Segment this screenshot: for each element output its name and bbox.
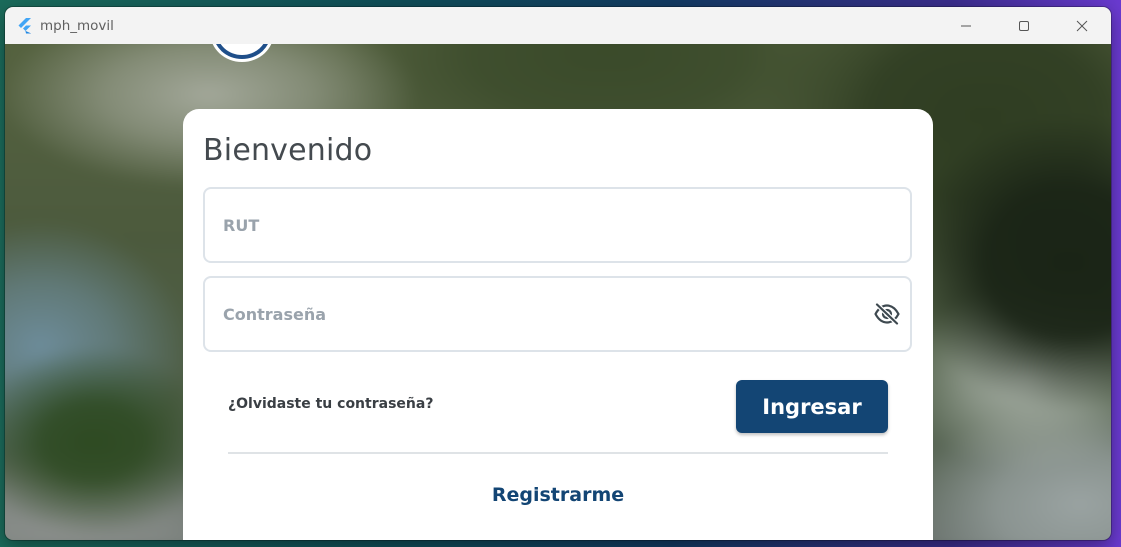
minimize-button[interactable]: [937, 7, 995, 44]
flutter-icon: [16, 17, 34, 35]
password-field[interactable]: [203, 276, 912, 352]
password-visibility-toggle[interactable]: [872, 302, 902, 326]
app-window: mph_movil Bienvenido RUT ¿Olvidaste tu c…: [5, 7, 1111, 540]
divider: [228, 452, 888, 454]
password-input[interactable]: [205, 278, 910, 350]
close-icon: [1076, 20, 1088, 31]
forgot-password-link[interactable]: ¿Olvidaste tu contraseña?: [228, 396, 433, 412]
maximize-button[interactable]: [995, 7, 1053, 44]
window-title: mph_movil: [40, 17, 114, 34]
rut-field[interactable]: [203, 187, 912, 263]
maximize-icon: [1019, 20, 1029, 31]
municipal-logo: [212, 44, 272, 62]
register-link[interactable]: Registrarme: [183, 484, 933, 506]
minimize-icon: [961, 25, 971, 26]
title-bar[interactable]: mph_movil: [5, 7, 1111, 44]
login-button[interactable]: Ingresar: [736, 380, 888, 433]
window-controls: [937, 7, 1111, 44]
eye-off-icon: [874, 303, 900, 325]
login-card: Bienvenido ¿Olvidaste tu contraseña? Ing…: [183, 109, 933, 540]
app-content: Bienvenido ¿Olvidaste tu contraseña? Ing…: [5, 44, 1111, 540]
close-button[interactable]: [1053, 7, 1111, 44]
welcome-heading: Bienvenido: [203, 133, 373, 168]
rut-input[interactable]: [205, 189, 910, 261]
